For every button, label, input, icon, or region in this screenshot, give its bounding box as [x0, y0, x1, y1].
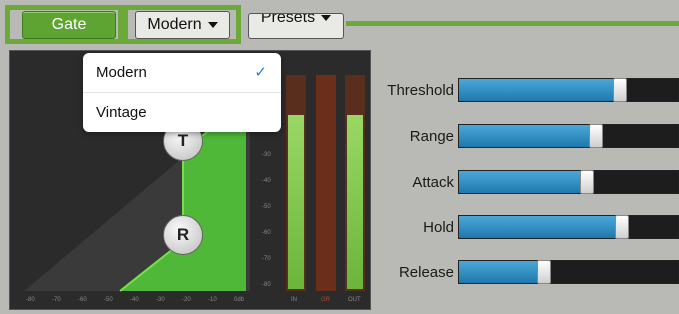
- threshold-slider-fill: [459, 79, 620, 101]
- presets-button-label: Presets: [260, 13, 316, 26]
- x-tick: -10: [208, 297, 217, 303]
- x-tick: -40: [130, 297, 139, 303]
- presets-button[interactable]: Presets: [248, 13, 344, 39]
- x-tick: -80: [26, 297, 35, 303]
- attack-label: Attack: [412, 174, 454, 191]
- range-knob-label: R: [176, 225, 190, 244]
- hold-slider-fill: [459, 216, 622, 238]
- release-slider-thumb[interactable]: [537, 260, 551, 284]
- x-tick: -30: [156, 297, 165, 303]
- meter-label-gr: GR: [321, 297, 330, 303]
- attack-slider-thumb[interactable]: [580, 170, 594, 194]
- y-tick: -30: [262, 152, 271, 158]
- x-tick: -50: [104, 297, 113, 303]
- release-slider[interactable]: [458, 260, 679, 284]
- caret-down-icon: [207, 22, 218, 28]
- dropdown-item-label: Modern: [96, 63, 147, 81]
- gain-reduction-meter: [316, 75, 336, 291]
- output-meter: [345, 75, 365, 291]
- attack-slider[interactable]: [458, 170, 679, 194]
- dropdown-item-modern[interactable]: Modern ✓: [83, 53, 281, 91]
- hold-label: Hold: [423, 219, 454, 236]
- y-tick: -70: [262, 256, 271, 262]
- meter-label-in: IN: [291, 297, 297, 303]
- mode-dropdown-menu: Modern ✓ Vintage: [83, 53, 281, 132]
- y-tick: -80: [262, 282, 271, 288]
- y-tick: -50: [262, 204, 271, 210]
- input-meter-fill: [288, 115, 304, 289]
- x-tick: 0db: [234, 297, 245, 303]
- range-label: Range: [409, 128, 454, 145]
- mode-button-label: Modern: [147, 16, 202, 33]
- gate-button[interactable]: Gate: [22, 11, 116, 39]
- y-tick: -40: [262, 178, 271, 184]
- output-meter-fill: [347, 115, 363, 289]
- release-slider-fill: [459, 261, 544, 283]
- threshold-slider[interactable]: [458, 78, 679, 102]
- dropdown-item-label: Vintage: [96, 103, 147, 121]
- gate-button-label: Gate: [51, 16, 87, 33]
- input-meter: [286, 75, 306, 291]
- x-tick: -60: [78, 297, 87, 303]
- checkmark-icon: ✓: [254, 64, 267, 81]
- hold-slider[interactable]: [458, 215, 679, 239]
- range-slider-thumb[interactable]: [589, 124, 603, 148]
- caret-down-icon: [321, 15, 332, 21]
- threshold-slider-thumb[interactable]: [613, 78, 627, 102]
- meter-label-out: OUT: [348, 297, 361, 303]
- mode-dropdown-button[interactable]: Modern: [135, 11, 230, 39]
- y-tick: -60: [262, 230, 271, 236]
- threshold-knob-label: T: [177, 131, 189, 150]
- range-slider[interactable]: [458, 124, 679, 148]
- callout-line: [346, 21, 679, 26]
- hold-slider-thumb[interactable]: [615, 215, 629, 239]
- release-label: Release: [398, 264, 454, 281]
- threshold-label: Threshold: [387, 82, 454, 99]
- range-knob[interactable]: R: [163, 215, 203, 255]
- x-tick: -70: [52, 297, 61, 303]
- range-slider-fill: [459, 125, 596, 147]
- x-tick: -20: [182, 297, 191, 303]
- dropdown-item-vintage[interactable]: Vintage: [83, 93, 281, 131]
- attack-slider-fill: [459, 171, 587, 193]
